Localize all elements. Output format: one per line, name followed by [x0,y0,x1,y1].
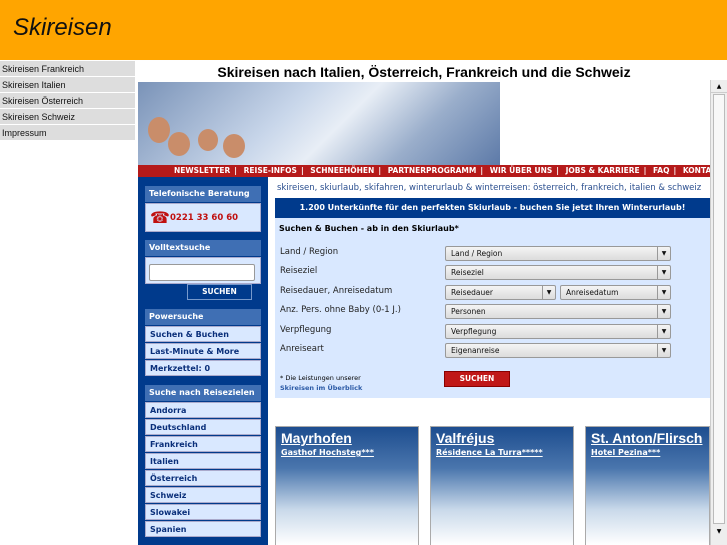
verpflegung-select-value: Verpflegung [451,327,497,336]
personen-select-value: Personen [451,307,486,316]
dest-slowakei[interactable]: Slowakei [145,504,261,520]
power-heading: Powersuche [145,309,261,325]
anreisedatum-select-value: Anreisedatum [566,288,619,297]
chevron-down-icon: ▼ [542,286,555,299]
offer-title[interactable]: St. Anton/Flirsch [586,427,709,446]
fulltext-search-input[interactable] [149,264,255,281]
offer-card-mayrhofen[interactable]: Mayrhofen Gasthof Hochsteg*** [275,426,419,545]
nav-newsletter[interactable]: NEWSLETTER [174,166,230,175]
offer-hotel[interactable]: Gasthof Hochsteg*** [276,446,418,457]
chevron-down-icon: ▼ [657,286,670,299]
vertical-scrollbar[interactable]: ▲ ▼ [710,80,727,545]
leftnav-item[interactable]: Skireisen Italien [0,77,135,93]
dest-andorra[interactable]: Andorra [145,402,261,418]
form-note: * Die Leistungen unserer [280,374,361,382]
label-reisedauer: Reisedauer, Anreisedatum [280,286,393,296]
search-heading: Volltextsuche [145,240,261,256]
label-anreiseart: Anreiseart [280,344,324,354]
power-suchen-buchen[interactable]: Suchen & Buchen [145,326,261,342]
offer-card-valfrejus[interactable]: Valfréjus Résidence La Turra***** [430,426,574,545]
label-reiseziel: Reiseziel [280,266,318,276]
offer-card-st-anton[interactable]: St. Anton/Flirsch Hotel Pezina*** [585,426,710,545]
fulltext-search-button[interactable]: SUCHEN [187,284,252,300]
reisedauer-select-value: Reisedauer [451,288,493,297]
label-verpflegung: Verpflegung [280,325,332,335]
search-form: Suchen & Buchen - ab in den Skiurlaub* L… [275,218,710,398]
reiseziel-select-value: Reiseziel [451,268,484,277]
banner-image [138,82,500,165]
chevron-down-icon: ▼ [657,266,670,279]
leftnav-item[interactable]: Skireisen Österreich [0,93,135,109]
nav-faq[interactable]: FAQ [653,166,669,175]
scroll-down-icon[interactable]: ▼ [711,525,727,538]
promo-banner: 1.200 Unterkünfte für den perfekten Skiu… [275,198,710,218]
power-merkzettel[interactable]: Merkzettel: 0 [145,360,261,376]
top-nav: NEWSLETTER | REISE-INFOS | SCHNEEHÖHEN | PA… [138,165,710,177]
reisedauer-select[interactable]: Reisedauer ▼ [445,285,556,300]
anreisedatum-select[interactable]: Anreisedatum ▼ [560,285,671,300]
phone-icon: ☎ [150,208,170,227]
nav-wir-ueber-uns[interactable]: WIR ÜBER UNS [490,166,553,175]
dest-frankreich[interactable]: Frankreich [145,436,261,452]
chevron-down-icon: ▼ [657,344,670,357]
land-select[interactable]: Land / Region ▼ [445,246,671,261]
nav-partnerprogramm[interactable]: PARTNERPROGRAMM [388,166,477,175]
content-frame: Skireisen nach Italien, Österreich, Fran… [138,60,727,545]
keywords-text: skireisen, skiurlaub, skifahren, winteru… [277,183,702,193]
dest-oesterreich[interactable]: Österreich [145,470,261,486]
form-heading: Suchen & Buchen - ab in den Skiurlaub* [279,224,459,233]
dest-italien[interactable]: Italien [145,453,261,469]
label-personen: Anz. Pers. ohne Baby (0-1 J.) [280,305,401,315]
anreiseart-select[interactable]: Eigenanreise ▼ [445,343,671,358]
offer-title[interactable]: Mayrhofen [276,427,418,446]
site-logo[interactable]: Skireisen [13,14,112,42]
dest-heading: Suche nach Reisezielen [145,385,261,401]
leftnav-item[interactable]: Skireisen Frankreich [0,61,135,77]
land-select-value: Land / Region [451,249,503,258]
label-land: Land / Region [280,247,339,257]
form-note-link[interactable]: Skireisen im Überblick [280,384,362,392]
scroll-up-icon[interactable]: ▲ [711,80,727,93]
nav-reise-infos[interactable]: REISE-INFOS [244,166,297,175]
reiseziel-select[interactable]: Reiseziel ▼ [445,265,671,280]
chevron-down-icon: ▼ [657,247,670,260]
offer-title[interactable]: Valfréjus [431,427,573,446]
phone-heading: Telefonische Beratung [145,186,261,202]
chevron-down-icon: ▼ [657,305,670,318]
page-title: Skireisen nach Italien, Österreich, Fran… [217,64,631,80]
phone-number: 0221 33 60 60 [170,213,239,223]
dest-spanien[interactable]: Spanien [145,521,261,537]
nav-schneehoehen[interactable]: SCHNEEHÖHEN [310,166,374,175]
leftnav-item[interactable]: Impressum [0,125,135,141]
submit-search-button[interactable]: SUCHEN [444,371,510,387]
nav-kontakt[interactable]: KONTAKT [683,166,710,175]
dest-schweiz[interactable]: Schweiz [145,487,261,503]
offer-hotel[interactable]: Hotel Pezina*** [586,446,709,457]
personen-select[interactable]: Personen ▼ [445,304,671,319]
dest-deutschland[interactable]: Deutschland [145,419,261,435]
site-header: Skireisen [0,0,727,60]
anreiseart-select-value: Eigenanreise [451,346,500,355]
verpflegung-select[interactable]: Verpflegung ▼ [445,324,671,339]
scrollbar-thumb[interactable] [713,94,725,524]
nav-jobs[interactable]: JOBS & KARRIERE [566,166,640,175]
left-nav: Skireisen Frankreich Skireisen Italien S… [0,61,135,141]
leftnav-item[interactable]: Skireisen Schweiz [0,109,135,125]
main-content: skireisen, skiurlaub, skifahren, winteru… [275,177,710,398]
chevron-down-icon: ▼ [657,325,670,338]
offer-hotel[interactable]: Résidence La Turra***** [431,446,573,457]
sidebar: Telefonische Beratung ☎ 0221 33 60 60 Vo… [138,177,268,545]
power-last-minute[interactable]: Last-Minute & More [145,343,261,359]
